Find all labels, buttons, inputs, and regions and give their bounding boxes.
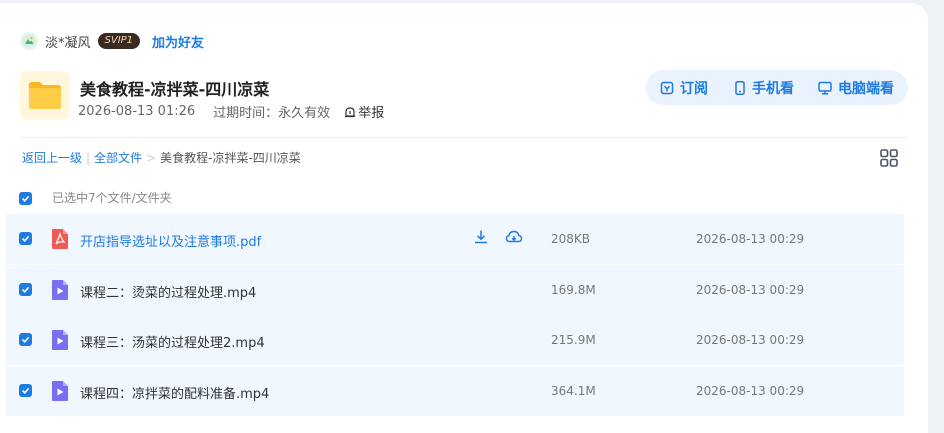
username[interactable]: 淡*凝风 (45, 32, 91, 51)
save-to-cloud-icon[interactable] (505, 228, 523, 246)
action-bar: 订阅 手机看 电脑端看 (646, 70, 908, 105)
file-size: 169.8M (551, 282, 596, 297)
mobile-view-label: 手机看 (752, 80, 794, 97)
breadcrumb-separator: | (86, 150, 91, 165)
row-checkbox[interactable] (19, 383, 32, 397)
file-row[interactable]: 开店指导选址以及注意事项.pdf 208KB 2026-08-13 00:29 (6, 214, 904, 264)
row-checkbox[interactable] (19, 282, 32, 296)
check-icon (21, 195, 30, 202)
file-name[interactable]: 课程四：凉拌菜的配料准备.mp4 (80, 383, 269, 402)
grid-view-icon (880, 149, 898, 167)
phone-icon (735, 80, 745, 95)
report-button[interactable]: 举报 (344, 102, 384, 121)
vip-badge: SVIP1 (97, 33, 141, 49)
video-file-icon (52, 279, 68, 300)
desktop-view-label: 电脑端看 (838, 80, 894, 97)
subscribe-icon (660, 81, 674, 94)
row-checkbox[interactable] (19, 232, 32, 245)
breadcrumb: 返回上一级 | 全部文件 > 美食教程-凉拌菜-四川凉菜 (22, 149, 301, 166)
breadcrumb-all-files[interactable]: 全部文件 (94, 149, 142, 166)
subscribe-label: 订阅 (680, 80, 708, 97)
file-row[interactable]: 课程三：汤菜的过程处理2.mp4 215.9M 2026-08-13 00:29 (6, 315, 904, 366)
file-size: 215.9M (551, 333, 596, 348)
expiry-label: 过期时间： (213, 106, 279, 121)
check-icon (21, 337, 30, 344)
file-name[interactable]: 课程三：汤菜的过程处理2.mp4 (80, 332, 265, 351)
check-icon (21, 286, 30, 293)
file-date: 2026-08-13 00:29 (696, 333, 805, 348)
file-date: 2026-08-13 00:29 (696, 282, 805, 297)
add-friend-button[interactable]: 加为好友 (152, 32, 204, 51)
breadcrumb-chevron: > (146, 150, 157, 165)
row-checkbox[interactable] (19, 333, 32, 347)
selection-header: 已选中7个文件/文件夹 (19, 188, 172, 208)
download-icon[interactable] (473, 229, 489, 245)
monitor-icon (818, 81, 832, 95)
subscribe-button[interactable]: 订阅 (660, 78, 708, 98)
expiry-value: 永久有效 (278, 106, 331, 121)
file-size: 208KB (551, 232, 591, 246)
share-date: 2026-08-13 01:26 (78, 104, 196, 119)
desktop-view-button[interactable]: 电脑端看 (818, 78, 894, 98)
check-icon (21, 387, 30, 394)
file-row[interactable]: 课程二：烫菜的过程处理.mp4 169.8M 2026-08-13 00:29 (6, 264, 904, 315)
pdf-file-icon (52, 229, 68, 249)
avatar-image-icon (22, 34, 36, 48)
file-size: 364.1M (551, 383, 596, 398)
video-file-icon (52, 380, 68, 401)
folder-icon (20, 71, 70, 119)
check-icon (21, 235, 30, 242)
file-date: 2026-08-13 00:29 (696, 232, 805, 246)
grid-view-button[interactable] (879, 148, 899, 168)
folder-title: 美食教程-凉拌菜-四川凉菜 (80, 80, 270, 99)
avatar[interactable] (20, 32, 38, 50)
file-name[interactable]: 开店指导选址以及注意事项.pdf (80, 231, 261, 250)
report-icon (345, 106, 356, 117)
share-card: 淡*凝风 SVIP1 加为好友 美食教程-凉拌菜-四川凉菜 2026-08-13… (0, 3, 928, 433)
report-label: 举报 (358, 106, 385, 121)
breadcrumb-back[interactable]: 返回上一级 (22, 149, 82, 166)
file-date: 2026-08-13 00:29 (696, 383, 805, 398)
header-divider (20, 137, 908, 138)
file-name[interactable]: 课程二：烫菜的过程处理.mp4 (80, 282, 256, 301)
file-list: 开店指导选址以及注意事项.pdf 208KB 2026-08-13 00:29 (6, 214, 904, 416)
mobile-view-button[interactable]: 手机看 (734, 78, 794, 98)
file-row[interactable]: 课程四：凉拌菜的配料准备.mp4 364.1M 2026-08-13 00:29 (6, 365, 904, 416)
selection-count: 已选中7个文件/文件夹 (52, 191, 172, 205)
video-file-icon (52, 330, 68, 351)
folder-meta: 2026-08-13 01:26 过期时间： 永久有效 举报 (78, 102, 384, 121)
breadcrumb-current: 美食教程-凉拌菜-四川凉菜 (160, 151, 301, 165)
user-row: 淡*凝风 SVIP1 加为好友 (20, 29, 204, 53)
select-all-checkbox[interactable] (19, 191, 32, 205)
